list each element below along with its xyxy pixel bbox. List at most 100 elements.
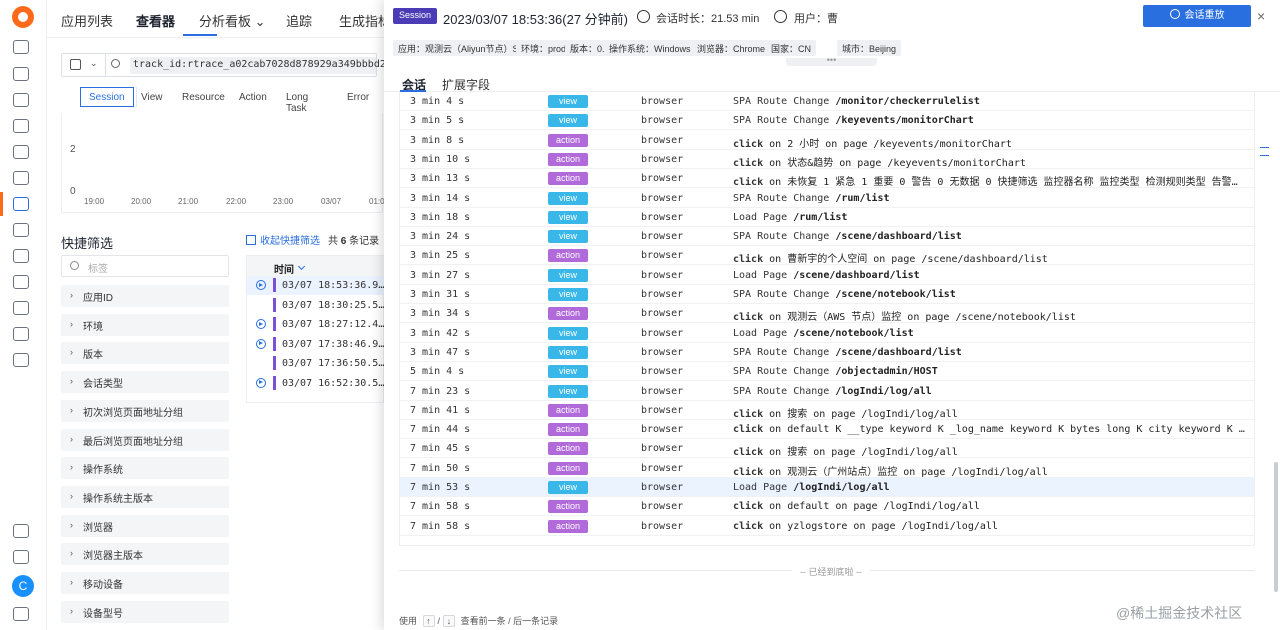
- play-icon[interactable]: [256, 338, 266, 349]
- event-row[interactable]: 3 min 5 s view browser SPA Route Change /ke…: [400, 111, 1254, 131]
- event-row[interactable]: 3 min 4 s view browser SPA Route Change /mo…: [400, 92, 1254, 111]
- chevron-right-icon: ›: [70, 404, 73, 415]
- icon-rail: C: [0, 0, 47, 630]
- event-description: click on yzlogstore on page /logIndi/log…: [733, 520, 998, 532]
- quick-filter-item[interactable]: › 版本: [61, 342, 229, 365]
- monitor-icon[interactable]: [13, 301, 29, 315]
- help-icon[interactable]: [13, 550, 29, 564]
- quick-filter-item[interactable]: › 最后浏览页面地址分组: [61, 428, 229, 451]
- table-row[interactable]: 03/07 18:30:25.5…: [247, 296, 385, 315]
- database-icon[interactable]: [13, 275, 29, 289]
- event-row[interactable]: 3 min 47 s view browser SPA Route Change /s…: [400, 343, 1254, 362]
- drag-handle[interactable]: •••: [786, 56, 877, 66]
- event-row[interactable]: 3 min 24 s view browser SPA Route Change /s…: [400, 227, 1254, 247]
- event-source: browser: [641, 211, 684, 223]
- nav-analysis-board[interactable]: 分析看板 ⌄: [199, 11, 266, 30]
- session-replay-button[interactable]: 会话重放: [1143, 5, 1251, 27]
- clock-icon: [637, 10, 650, 23]
- event-time: 3 min 4 s: [410, 96, 465, 107]
- rum-icon[interactable]: [13, 197, 29, 211]
- avatar[interactable]: C: [12, 575, 34, 597]
- quick-filter-item[interactable]: › 浏览器: [61, 514, 229, 537]
- play-icon[interactable]: [256, 319, 266, 329]
- chart-icon[interactable]: [13, 119, 29, 133]
- table-row[interactable]: 03/07 18:53:36.9…: [247, 276, 385, 295]
- event-row[interactable]: 7 min 23 s view browser SPA Route Change /l…: [400, 382, 1254, 401]
- event-row[interactable]: 3 min 8 s action browser click on 2 小时 on p…: [400, 131, 1254, 150]
- event-row[interactable]: 7 min 44 s action browser click on default …: [400, 420, 1254, 440]
- event-type-badge: action: [548, 500, 588, 514]
- event-row[interactable]: 3 min 34 s action browser click on 观测云（AWS …: [400, 304, 1254, 324]
- tab-error[interactable]: Error: [338, 87, 378, 107]
- event-row[interactable]: 7 min 53 s view browser Load Page /logIndi/…: [400, 478, 1254, 497]
- quick-filter-label: 最后浏览页面地址分组: [83, 436, 183, 448]
- cluster-icon[interactable]: [13, 93, 29, 107]
- event-row[interactable]: 7 min 58 s action browser click on default …: [400, 497, 1254, 517]
- collapse-quick-filter-button[interactable]: 收起快捷筛选: [246, 232, 320, 247]
- event-row[interactable]: 3 min 18 s view browser Load Page /rum/list: [400, 208, 1254, 227]
- search-input[interactable]: track_id:rtrace_a02cab7028d878929a349bbb…: [130, 57, 422, 74]
- quick-filter-search-input[interactable]: 标签: [61, 255, 229, 277]
- event-description: SPA Route Change /keyevents/monitorChart: [733, 115, 974, 127]
- nav-explorer[interactable]: 查看器: [136, 11, 175, 30]
- quick-filter-item[interactable]: › 应用ID: [61, 285, 229, 307]
- play-icon[interactable]: [256, 280, 266, 290]
- event-row[interactable]: 3 min 13 s action browser click on 未恢复 1 紧急…: [400, 169, 1254, 189]
- table-row[interactable]: 03/07 17:38:46.9…: [247, 335, 385, 354]
- event-row[interactable]: 5 min 4 s view browser SPA Route Change /ob…: [400, 362, 1254, 382]
- quick-filter-item[interactable]: › 移动设备: [61, 572, 229, 594]
- event-row[interactable]: 3 min 42 s view browser Load Page /scene/no…: [400, 324, 1254, 343]
- event-row[interactable]: 3 min 10 s action browser click on 状态&趋势 on…: [400, 150, 1254, 169]
- tab-action[interactable]: Action: [230, 87, 276, 107]
- event-row[interactable]: 7 min 50 s action browser click on 观测云（广州站点…: [400, 459, 1254, 478]
- query-icon[interactable]: [13, 145, 29, 159]
- app-logo-icon[interactable]: [12, 6, 34, 28]
- column-header-time[interactable]: 时间: [274, 261, 294, 276]
- event-row[interactable]: 7 min 41 s action browser click on 搜索 on pa…: [400, 401, 1254, 420]
- send-icon[interactable]: [13, 524, 29, 538]
- table-row[interactable]: 03/07 17:36:50.5…: [247, 354, 385, 373]
- event-row[interactable]: 7 min 45 s action browser click on 搜索 on pa…: [400, 439, 1254, 459]
- chevron-down-icon: ⌄: [90, 58, 98, 68]
- table-row[interactable]: 03/07 16:52:30.5…: [247, 374, 385, 393]
- quick-filter-item[interactable]: › 初次浏览页面地址分组: [61, 399, 229, 422]
- close-icon[interactable]: ×: [1257, 8, 1265, 24]
- quick-filter-item[interactable]: › 设备型号: [61, 600, 229, 623]
- tab-extended-fields[interactable]: 扩展字段: [442, 76, 490, 93]
- tab-view[interactable]: View: [132, 87, 172, 107]
- quick-filter-label: 初次浏览页面地址分组: [83, 407, 183, 419]
- event-type-badge: view: [548, 481, 588, 494]
- event-row[interactable]: 7 min 58 s action browser click on yzlogsto…: [400, 517, 1254, 536]
- settings-sliders-icon[interactable]: [13, 353, 29, 367]
- collapse-icon[interactable]: [13, 607, 29, 621]
- event-row[interactable]: 3 min 31 s view browser SPA Route Change /s…: [400, 285, 1254, 304]
- quick-filter-item[interactable]: › 环境: [61, 313, 229, 336]
- event-row[interactable]: 3 min 25 s action browser click on 曹新宇的个人空间…: [400, 246, 1254, 266]
- tab-resource[interactable]: Resource: [173, 87, 234, 107]
- calendar-icon[interactable]: [13, 67, 29, 81]
- event-description: SPA Route Change /scene/notebook/list: [733, 289, 956, 300]
- event-description: SPA Route Change /rum/list: [733, 192, 890, 204]
- tab-session[interactable]: Session: [80, 87, 134, 107]
- sort-desc-icon[interactable]: [297, 262, 306, 271]
- nav-trace[interactable]: 追踪: [286, 11, 312, 30]
- table-row[interactable]: 03/07 18:27:12.4…: [247, 315, 385, 334]
- play-icon[interactable]: [256, 377, 266, 388]
- scrollbar[interactable]: [1274, 462, 1278, 592]
- tab-long-task[interactable]: Long Task: [277, 87, 317, 114]
- filter-icon[interactable]: [1260, 147, 1269, 156]
- source-selector[interactable]: ⌄: [62, 54, 106, 76]
- nav-app-list[interactable]: 应用列表: [61, 11, 113, 30]
- shield-icon[interactable]: [13, 249, 29, 263]
- dashboard-icon[interactable]: [13, 40, 29, 54]
- event-row[interactable]: 3 min 27 s view browser Load Page /scene/da…: [400, 266, 1254, 285]
- quick-filter-item[interactable]: › 操作系统主版本: [61, 485, 229, 508]
- quick-filter-item[interactable]: › 浏览器主版本: [61, 543, 229, 566]
- quick-filter-item[interactable]: › 操作系统: [61, 457, 229, 480]
- quick-filter-item[interactable]: › 会话类型: [61, 371, 229, 394]
- event-row[interactable]: 3 min 14 s view browser SPA Route Change /r…: [400, 189, 1254, 208]
- event-time: 3 min 27 s: [410, 269, 471, 281]
- list-icon[interactable]: [13, 171, 29, 185]
- compass-icon[interactable]: [13, 223, 29, 237]
- box-icon[interactable]: [13, 327, 29, 341]
